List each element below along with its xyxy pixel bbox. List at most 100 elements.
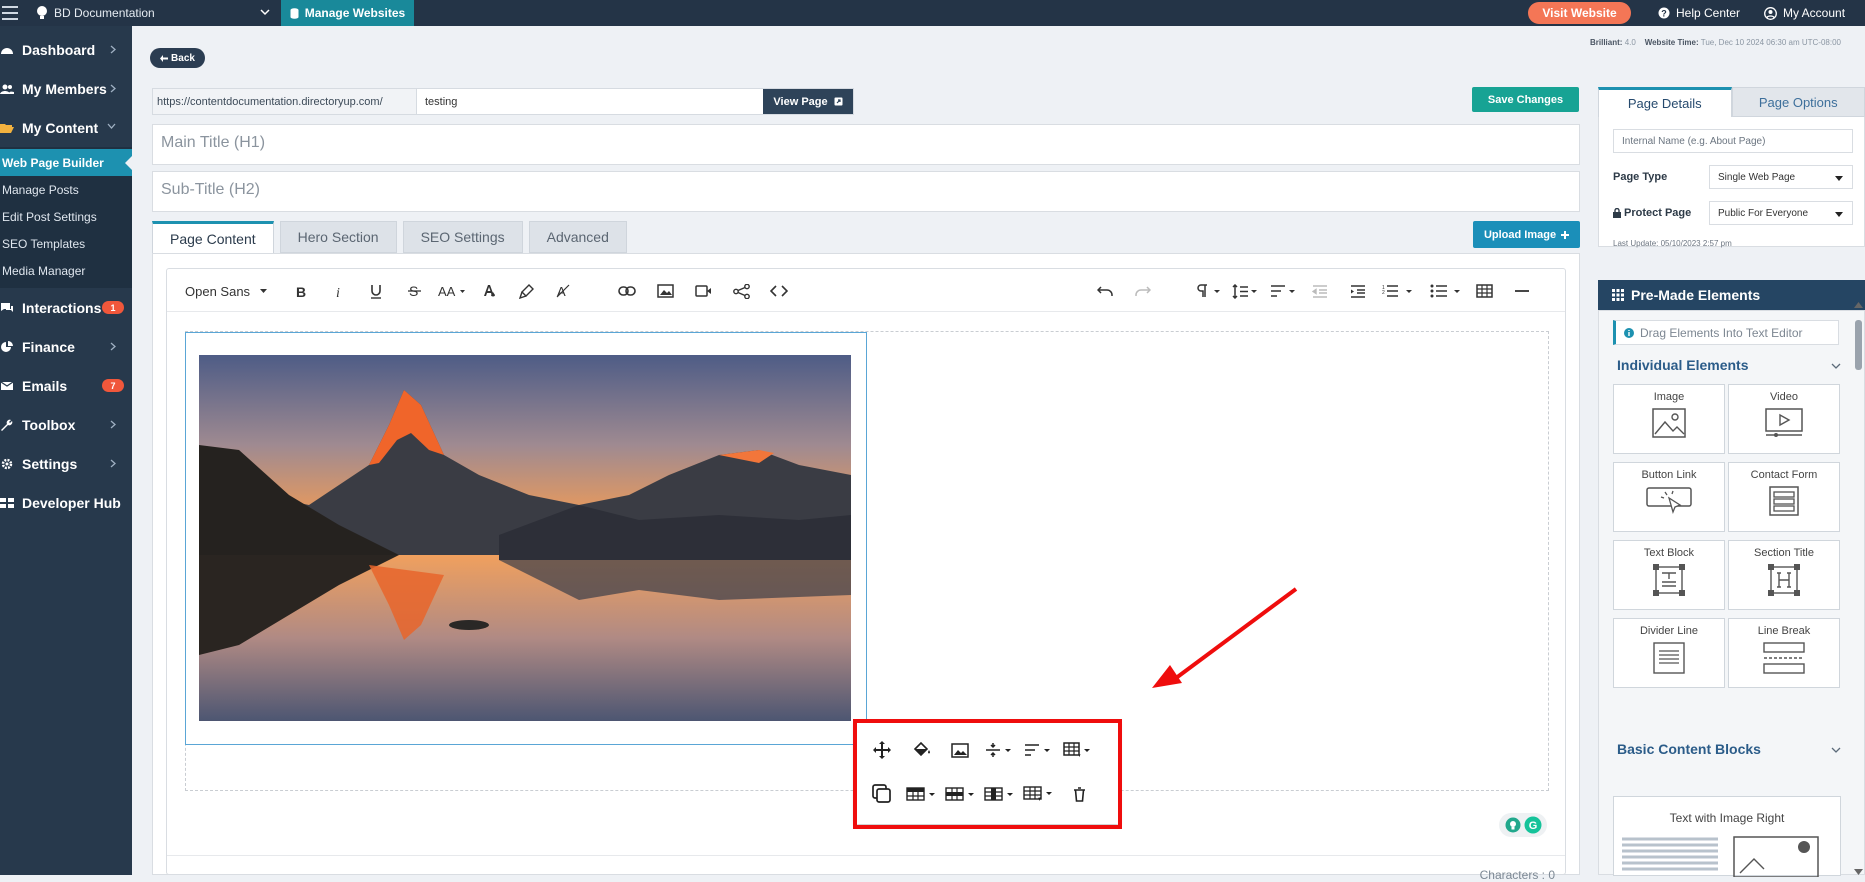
sidebar-item-toolbox[interactable]: Toolbox [0, 405, 132, 444]
underline-icon[interactable] [366, 281, 386, 301]
align-icon[interactable] [1269, 281, 1297, 301]
question-icon: ? [1658, 7, 1670, 19]
manage-websites-button[interactable]: Manage Websites [281, 0, 414, 26]
basic-content-blocks-title[interactable]: Basic Content Blocks [1617, 741, 1761, 757]
grammarly-widget[interactable]: G [1499, 813, 1547, 837]
text-block-icon [1653, 564, 1685, 596]
sidebar-item-web-page-builder[interactable]: Web Page Builder [0, 149, 132, 176]
sidebar-item-developer-hub[interactable]: Developer Hub [0, 483, 132, 522]
sidebar-item-seo-templates[interactable]: SEO Templates [0, 230, 132, 257]
unordered-list-icon[interactable] [1429, 281, 1463, 301]
database-icon [290, 8, 299, 19]
outdent-icon[interactable] [1309, 281, 1331, 301]
my-account-link[interactable]: My Account [1764, 0, 1845, 26]
table-icon[interactable] [1473, 281, 1495, 301]
sidebar-item-dashboard[interactable]: Dashboard [0, 30, 132, 69]
help-center-link[interactable]: ? Help Center [1658, 0, 1740, 26]
strikethrough-icon[interactable]: S [404, 281, 424, 301]
sidebar-item-interactions[interactable]: Interactions 1 [0, 288, 132, 327]
block-text-with-image-right[interactable]: Text with Image Right [1613, 796, 1841, 876]
sub-title-input[interactable]: Sub-Title (H2) [152, 171, 1580, 212]
tab-hero-section[interactable]: Hero Section [280, 221, 397, 253]
gear-icon [0, 458, 14, 470]
element-video[interactable]: Video [1728, 384, 1840, 454]
element-section-title[interactable]: Section Title [1728, 540, 1840, 610]
link-icon[interactable] [616, 281, 638, 301]
tab-seo-settings[interactable]: SEO Settings [403, 221, 523, 253]
paragraph-format-icon[interactable] [1195, 281, 1223, 301]
line-height-icon[interactable] [1231, 281, 1259, 301]
element-button-link[interactable]: Button Link [1613, 462, 1725, 532]
back-arrow-icon [160, 55, 168, 62]
main-title-input[interactable]: Main Title (H1) [152, 124, 1580, 165]
internal-name-input[interactable]: Internal Name (e.g. About Page) [1613, 129, 1853, 153]
editor-footer-divider [167, 855, 1565, 856]
horizontal-line-icon[interactable] [1511, 281, 1533, 301]
sidebar-item-settings[interactable]: Settings [0, 444, 132, 483]
emails-badge: 7 [102, 379, 124, 392]
individual-elements-title[interactable]: Individual Elements [1617, 357, 1748, 373]
scroll-down-icon[interactable] [1854, 869, 1863, 875]
sidebar-item-members[interactable]: My Members [0, 69, 132, 108]
share-icon[interactable] [730, 281, 752, 301]
interactions-badge: 1 [102, 301, 124, 314]
element-line-break[interactable]: Line Break [1728, 618, 1840, 688]
grid-icon [1612, 289, 1624, 301]
font-family-select[interactable]: Open Sans [185, 281, 267, 301]
lightbulb-icon [36, 5, 48, 21]
premade-elements-body: Drag Elements Into Text Editor Individua… [1598, 310, 1865, 875]
sidebar-item-emails[interactable]: Emails 7 [0, 366, 132, 405]
sidebar-item-content[interactable]: My Content [0, 108, 132, 147]
font-size-icon[interactable]: AA [437, 281, 467, 301]
sidebar-item-edit-post-settings[interactable]: Edit Post Settings [0, 203, 132, 230]
character-count: Characters : 0 [1480, 868, 1555, 882]
sidebar-item-media-manager[interactable]: Media Manager [0, 257, 132, 284]
insert-image-icon[interactable] [654, 281, 676, 301]
upload-image-button[interactable]: Upload Image [1473, 221, 1580, 248]
info-icon [1624, 328, 1634, 338]
insert-video-icon[interactable] [692, 281, 714, 301]
site-selector[interactable]: BD Documentation [36, 0, 280, 26]
element-divider-line[interactable]: Divider Line [1613, 618, 1725, 688]
code-view-icon[interactable] [768, 281, 790, 301]
mountain-lake-image[interactable] [199, 355, 851, 721]
menu-icon[interactable] [0, 0, 26, 26]
highlight-icon[interactable] [516, 281, 536, 301]
premade-elements-header: Pre-Made Elements [1598, 280, 1865, 310]
italic-icon[interactable]: i [329, 281, 349, 301]
element-text-block[interactable]: Text Block [1613, 540, 1725, 610]
bold-icon[interactable]: B [291, 281, 311, 301]
elements-scrollbar[interactable] [1854, 302, 1863, 875]
sidebar-item-finance[interactable]: Finance [0, 327, 132, 366]
save-changes-button[interactable]: Save Changes [1472, 87, 1579, 112]
visit-website-button[interactable]: Visit Website [1528, 2, 1631, 24]
chevron-down-icon [260, 8, 270, 16]
tab-page-content[interactable]: Page Content [152, 221, 274, 253]
redo-icon[interactable] [1132, 281, 1154, 301]
text-color-icon[interactable] [479, 281, 499, 301]
ordered-list-icon[interactable]: 12 [1381, 281, 1415, 301]
tab-page-options[interactable]: Page Options [1732, 87, 1865, 117]
sidebar-item-manage-posts[interactable]: Manage Posts [0, 176, 132, 203]
svg-text:?: ? [1661, 9, 1667, 19]
element-image[interactable]: Image [1613, 384, 1725, 454]
undo-icon[interactable] [1094, 281, 1116, 301]
page-type-select[interactable]: Single Web Page [1709, 165, 1853, 189]
chevron-down-icon[interactable] [1831, 747, 1841, 753]
divider-icon [1653, 642, 1685, 674]
envelope-icon [0, 380, 14, 392]
protect-page-select[interactable]: Public For Everyone [1709, 201, 1853, 225]
scrollbar-thumb[interactable] [1855, 320, 1862, 370]
clear-format-icon[interactable]: A [553, 281, 573, 301]
chevron-down-icon[interactable] [1831, 363, 1841, 369]
tab-advanced[interactable]: Advanced [529, 221, 627, 253]
indent-icon[interactable] [1347, 281, 1369, 301]
back-button[interactable]: Back [150, 48, 205, 68]
users-icon [0, 83, 14, 95]
view-page-button[interactable]: View Page [763, 89, 853, 114]
element-contact-form[interactable]: Contact Form [1728, 462, 1840, 532]
scroll-up-icon[interactable] [1854, 302, 1863, 308]
tab-page-details[interactable]: Page Details [1598, 87, 1732, 117]
page-slug-input[interactable] [417, 89, 763, 114]
top-bar: BD Documentation Manage Websites Visit W… [0, 0, 1865, 26]
